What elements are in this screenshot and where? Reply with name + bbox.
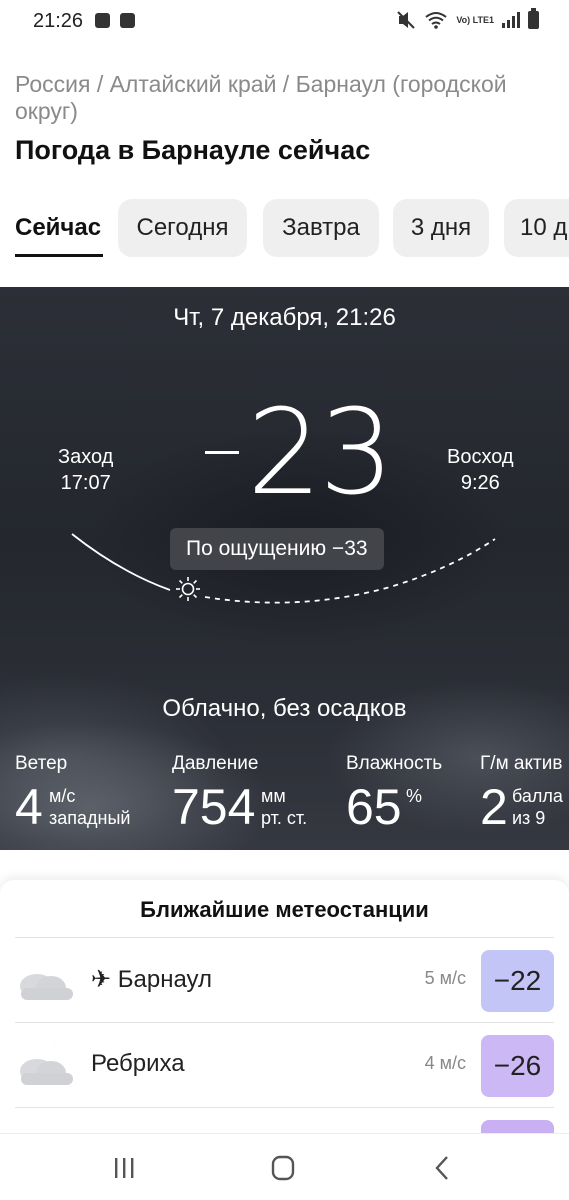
station-temp: −26 [481, 1035, 554, 1097]
sunrise-label: Восход [447, 446, 514, 468]
station-name-text: Барнаул [117, 966, 213, 993]
wind-label: Ветер [15, 753, 68, 774]
wind-value: 4 [15, 779, 43, 835]
forecast-tabs: Сейчас Сегодня Завтра 3 дня 10 д [0, 199, 569, 259]
status-time: 21:26 [33, 10, 84, 32]
page-title: Погода в Барнауле сейчас [15, 135, 371, 165]
nearby-stations-panel: Ближайшие метеостанции ✈ Барнаул 5 м/с −… [0, 880, 569, 1160]
station-row[interactable]: ✈ Барнаул 5 м/с −22 [15, 937, 554, 1022]
gallery-icon [95, 13, 110, 28]
cloudy-night-icon [20, 954, 75, 1000]
breadcrumb[interactable]: Россия / Алтайский край / Барнаул (город… [15, 71, 555, 125]
current-weather-panel: Чт, 7 декабря, 21:26 Заход 17:07 23 Восх… [0, 287, 569, 850]
wind-metric[interactable]: Ветер 4 м/с западный [15, 753, 130, 835]
humidity-value: 65 [346, 779, 402, 835]
geomagnetic-value: 2 [480, 779, 508, 835]
wind-direction: западный [49, 808, 131, 828]
station-temp: −22 [481, 950, 554, 1012]
temperature-minus-sign [205, 451, 239, 454]
geomagnetic-scale: из 9 [512, 808, 546, 828]
back-icon[interactable] [428, 1154, 458, 1182]
navigation-bar [0, 1133, 569, 1200]
sunset-label: Заход [58, 446, 114, 468]
mute-icon [397, 11, 416, 29]
current-temperature: 23 [247, 383, 394, 521]
sunset-info: Заход 17:07 [58, 444, 113, 496]
pressure-label: Давление [172, 753, 259, 774]
status-bar: 21:26 Vo) LTE1 [0, 0, 569, 44]
wifi-icon [425, 12, 447, 29]
stations-title: Ближайшие метеостанции [140, 897, 429, 922]
pressure-value: 754 [172, 779, 256, 835]
sunrise-info: Восход 9:26 [447, 444, 514, 496]
sunrise-time: 9:26 [460, 472, 500, 494]
sunset-time: 17:07 [60, 472, 111, 494]
geomagnetic-unit: балла [512, 786, 563, 806]
pressure-unit: мм [261, 786, 286, 806]
tab-10-days[interactable]: 10 д [504, 199, 569, 257]
airplane-icon: ✈ [91, 966, 112, 993]
station-row[interactable]: Ребриха 4 м/с −26 [15, 1022, 554, 1107]
humidity-metric[interactable]: Влажность 65 % [346, 753, 443, 835]
tab-3-days[interactable]: 3 дня [393, 199, 489, 257]
recent-apps-icon[interactable] [109, 1154, 139, 1182]
station-wind: 4 м/с [424, 1053, 466, 1073]
station-name: ✈ Барнаул [91, 965, 212, 994]
status-icons: Vo) LTE1 [396, 8, 539, 29]
geomagnetic-label: Г/м актив [480, 753, 563, 774]
tab-tomorrow[interactable]: Завтра [263, 199, 379, 257]
tab-today[interactable]: Сегодня [118, 199, 247, 257]
signal-icon [502, 12, 520, 28]
station-name: Ребриха [91, 1050, 185, 1077]
sun-icon [176, 577, 200, 601]
humidity-unit: % [406, 786, 423, 806]
current-datetime: Чт, 7 декабря, 21:26 [173, 304, 396, 331]
station-wind: 5 м/с [424, 968, 466, 988]
home-icon[interactable] [268, 1154, 298, 1182]
feels-like-badge: По ощущению −33 [170, 528, 384, 570]
weather-condition: Облачно, без осадков [162, 695, 407, 722]
lte-indicator: Vo) LTE1 [456, 14, 494, 25]
pressure-unit-sub: рт. ст. [261, 808, 308, 828]
wind-unit: м/с [49, 786, 76, 806]
cloudy-night-icon [20, 1039, 75, 1085]
battery-icon [528, 8, 539, 29]
tab-now[interactable]: Сейчас [15, 199, 103, 257]
screen-recorder-icon [120, 13, 135, 28]
geomagnetic-metric[interactable]: Г/м актив 2 балла из 9 [480, 753, 563, 835]
pressure-metric[interactable]: Давление 754 мм рт. ст. [172, 753, 307, 835]
humidity-label: Влажность [346, 753, 443, 774]
